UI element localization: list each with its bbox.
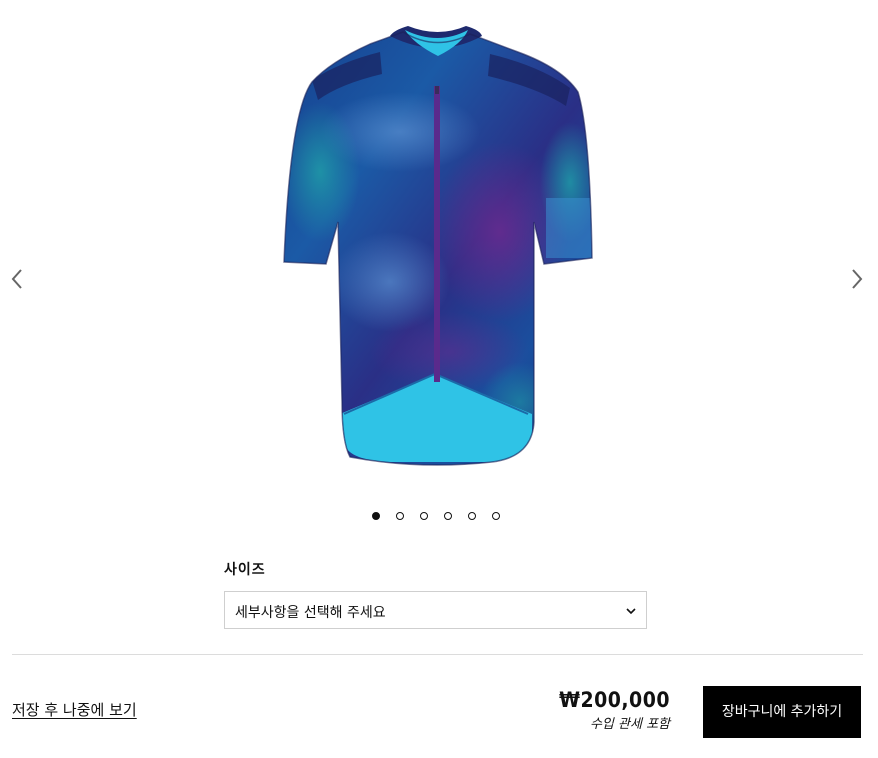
product-gallery <box>0 0 878 540</box>
tax-note: 수입 관세 포함 <box>589 717 670 732</box>
product-image <box>283 26 593 466</box>
save-for-later-link[interactable]: 저장 후 나중에 보기 <box>12 699 137 720</box>
chevron-left-icon[interactable] <box>6 264 28 294</box>
carousel-dot[interactable] <box>468 512 476 520</box>
chevron-down-icon <box>626 608 636 615</box>
price: ₩200,000 <box>559 688 670 712</box>
carousel-dot[interactable] <box>444 512 452 520</box>
divider <box>12 654 863 655</box>
carousel-dot[interactable] <box>420 512 428 520</box>
carousel-dot[interactable] <box>396 512 404 520</box>
carousel-dots <box>372 512 500 522</box>
carousel-dot[interactable] <box>492 512 500 520</box>
size-select-placeholder: 세부사항을 선택해 주세요 <box>235 605 386 621</box>
size-select[interactable]: 세부사항을 선택해 주세요 <box>224 591 647 629</box>
size-label: 사이즈 <box>224 562 266 578</box>
chevron-right-icon[interactable] <box>846 264 868 294</box>
carousel-dot[interactable] <box>372 512 380 520</box>
add-to-cart-button[interactable]: 장바구니에 추가하기 <box>703 686 861 738</box>
